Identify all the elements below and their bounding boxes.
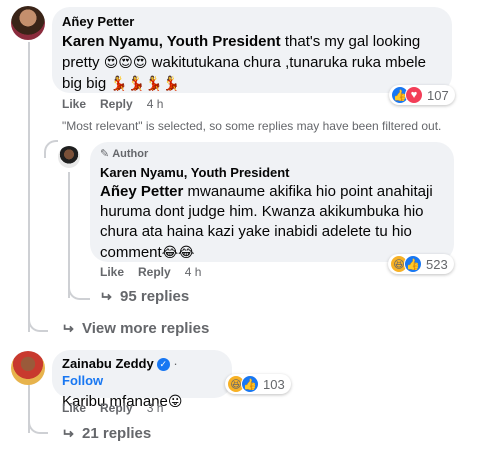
comment-author[interactable]: Añey Petter	[62, 13, 442, 30]
reply-arrow-icon	[63, 324, 74, 332]
reply-button[interactable]: Reply	[138, 265, 171, 279]
thread-curve-to-reply	[44, 140, 58, 158]
mention[interactable]: Karen Nyamu, Youth President	[62, 33, 281, 50]
reaction-count: 103	[263, 376, 285, 392]
thread-line	[28, 42, 30, 332]
avatar[interactable]	[11, 6, 45, 40]
like-button[interactable]: Like	[62, 401, 86, 415]
reply-button[interactable]: Reply	[100, 401, 133, 415]
comment-text: Karen Nyamu, Youth President that's my g…	[62, 33, 426, 92]
reply-actions: Like Reply 4 h	[100, 265, 201, 279]
comment-bubble: Añey Petter Karen Nyamu, Youth President…	[52, 7, 452, 93]
comment-author-row: Zainabu Zeddy ✓ · Follow	[62, 356, 178, 388]
filter-note: "Most relevant" is selected, so some rep…	[62, 119, 442, 133]
pencil-icon: ✎	[100, 148, 110, 160]
love-icon: ♥	[405, 86, 423, 104]
verified-icon: ✓	[156, 358, 170, 372]
comment-actions: Like Reply 3 h	[62, 401, 163, 415]
reply-author[interactable]: Karen Nyamu, Youth President	[100, 164, 444, 181]
view-replies-button[interactable]: 21 replies	[62, 425, 151, 442]
like-button[interactable]: Like	[62, 97, 86, 111]
reply-text: Añey Petter mwanaume akifika hio point a…	[100, 183, 433, 261]
reaction-summary[interactable]: 😆 👍 523	[388, 254, 454, 274]
thread-curve	[28, 310, 48, 332]
thread-curve-reply	[68, 280, 90, 300]
timestamp[interactable]: 3 h	[147, 401, 164, 415]
like-icon: 👍	[241, 375, 259, 393]
thread-curve-2	[28, 414, 48, 434]
emoji: 😛	[167, 393, 183, 409]
comment-actions: Like Reply 4 h	[62, 97, 163, 111]
follow-button[interactable]: Follow	[62, 373, 103, 388]
timestamp[interactable]: 4 h	[147, 97, 164, 111]
reaction-summary[interactable]: 👍 ♥ 107	[389, 85, 455, 105]
reply-button[interactable]: Reply	[100, 97, 133, 111]
reply-bubble: ✎ Author Karen Nyamu, Youth President Añ…	[90, 142, 454, 262]
avatar[interactable]	[11, 351, 45, 385]
mention[interactable]: Añey Petter	[100, 183, 183, 200]
like-icon: 👍	[404, 255, 422, 273]
reply-arrow-icon	[63, 429, 74, 437]
like-button[interactable]: Like	[100, 265, 124, 279]
comment-bubble: Zainabu Zeddy ✓ · Follow Karibu mfanane😛	[52, 350, 232, 410]
view-more-replies-button[interactable]: View more replies	[62, 320, 209, 337]
author-badge: ✎ Author	[100, 147, 149, 161]
emoji: 😂😂	[161, 244, 195, 260]
comment-author[interactable]: Zainabu Zeddy	[62, 356, 154, 371]
emoji: 😍😍😍	[103, 54, 148, 70]
reaction-summary[interactable]: 😆 👍 103	[225, 374, 291, 394]
avatar[interactable]	[58, 146, 80, 168]
reaction-count: 523	[426, 256, 448, 272]
reply-arrow-icon	[101, 292, 112, 300]
reaction-count: 107	[427, 87, 449, 103]
view-replies-button[interactable]: 95 replies	[100, 288, 189, 305]
timestamp[interactable]: 4 h	[185, 265, 202, 279]
emoji: 💃💃💃💃	[110, 75, 181, 91]
